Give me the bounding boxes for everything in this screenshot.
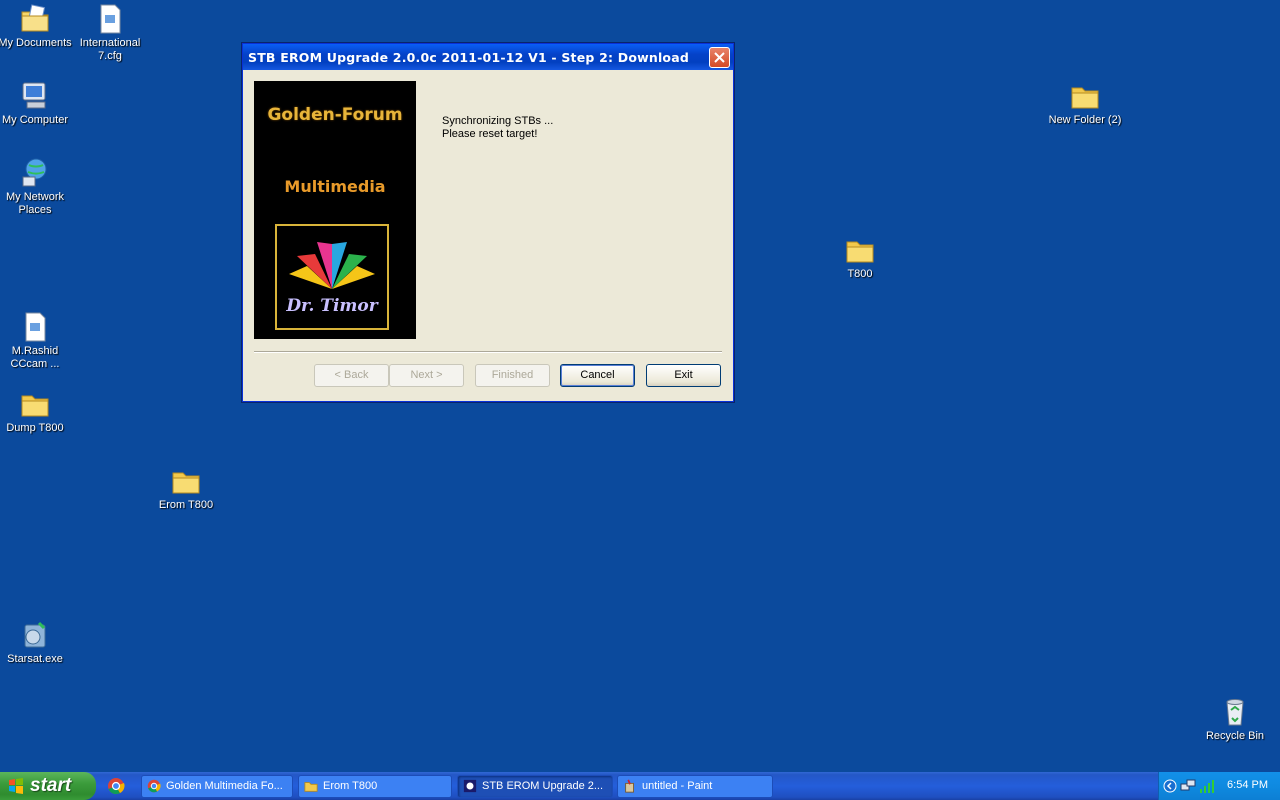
exit-button[interactable]: Exit bbox=[646, 364, 721, 387]
desktop-icon-label: My Network Places bbox=[5, 191, 65, 216]
folder-icon bbox=[1071, 87, 1099, 109]
dialog-body: Golden-Forum Multimedia Dr. Timor Synchr… bbox=[243, 70, 733, 399]
desktop-icon-label: International 7.cfg bbox=[79, 37, 141, 62]
desktop-icon-dump-t800[interactable]: Dump T800 bbox=[0, 388, 73, 435]
signal-strength-icon[interactable] bbox=[1199, 778, 1215, 794]
desktop-icon-t800[interactable]: T800 bbox=[822, 234, 898, 281]
taskbar-button-golden-multimedia[interactable]: Golden Multimedia Fo... bbox=[141, 775, 293, 798]
finished-button[interactable]: Finished bbox=[475, 364, 550, 387]
next-button[interactable]: Next > bbox=[389, 364, 464, 387]
taskbar-button-paint[interactable]: untitled - Paint bbox=[617, 775, 773, 798]
show-hidden-icons-icon[interactable] bbox=[1163, 779, 1177, 793]
cancel-button[interactable]: Cancel bbox=[560, 364, 635, 387]
desktop-icon-label: M.Rashid CCcam ... bbox=[10, 345, 60, 370]
chrome-quicklaunch-icon[interactable] bbox=[107, 777, 125, 795]
dialog-titlebar[interactable]: STB EROM Upgrade 2.0.0c 2011-01-12 V1 - … bbox=[243, 44, 733, 70]
my-documents-icon bbox=[21, 4, 49, 32]
folder-icon bbox=[172, 472, 200, 494]
exe-file-icon bbox=[24, 621, 46, 648]
desktop-icon-network-places[interactable]: My Network Places bbox=[0, 157, 73, 217]
desktop-icon-new-folder-2[interactable]: New Folder (2) bbox=[1047, 80, 1123, 127]
desktop-icon-label: My Computer bbox=[1, 114, 69, 126]
cfg-file-icon bbox=[100, 4, 121, 34]
taskbar-button-stb-erom-upgrade[interactable]: STB EROM Upgrade 2... bbox=[457, 775, 613, 798]
chrome-icon bbox=[147, 779, 161, 793]
recycle-bin-icon bbox=[1226, 699, 1244, 726]
banner-subtitle: Multimedia bbox=[284, 177, 386, 196]
network-places-icon bbox=[22, 158, 47, 187]
desktop-icon-my-computer[interactable]: My Computer bbox=[0, 80, 73, 127]
close-icon bbox=[714, 51, 725, 63]
back-button[interactable]: < Back bbox=[314, 364, 389, 387]
taskbar-clock: 6:54 PM bbox=[1227, 779, 1268, 791]
desktop-icon-mrashid-cccam[interactable]: M.Rashid CCcam ... bbox=[0, 311, 73, 371]
task-label: Golden Multimedia Fo... bbox=[166, 780, 283, 792]
windows-logo-icon bbox=[9, 778, 23, 794]
desktop-icon-label: My Documents bbox=[0, 37, 72, 49]
task-label: untitled - Paint bbox=[642, 780, 713, 792]
close-button[interactable] bbox=[709, 46, 730, 68]
desktop-icon-label: Recycle Bin bbox=[1205, 730, 1265, 742]
stb-app-icon bbox=[463, 779, 477, 793]
button-separator bbox=[254, 351, 722, 353]
system-tray: 6:54 PM bbox=[1158, 772, 1280, 800]
desktop-icon-label: Erom T800 bbox=[158, 499, 214, 511]
desktop-icon-label: T800 bbox=[847, 268, 873, 280]
taskbar-button-erom-t800[interactable]: Erom T800 bbox=[298, 775, 452, 798]
start-label: start bbox=[30, 775, 72, 796]
desktop-icon-starsat[interactable]: Starsat.exe bbox=[0, 619, 73, 666]
taskbar: start Golden Multimedia Fo... Erom T800 … bbox=[0, 772, 1280, 800]
desktop-icon-label: New Folder (2) bbox=[1048, 114, 1122, 126]
folder-icon bbox=[21, 395, 49, 417]
start-button[interactable]: start bbox=[0, 772, 96, 800]
banner-logo: Dr. Timor bbox=[275, 224, 389, 330]
text-file-icon bbox=[25, 312, 46, 342]
task-label: STB EROM Upgrade 2... bbox=[482, 780, 604, 792]
folder-icon bbox=[846, 241, 874, 263]
golden-forum-banner: Golden-Forum Multimedia Dr. Timor bbox=[254, 81, 416, 339]
status-line-2: Please reset target! bbox=[442, 128, 538, 140]
network-status-icon[interactable] bbox=[1180, 778, 1196, 794]
lotus-icon bbox=[289, 242, 375, 289]
paint-icon bbox=[625, 779, 634, 793]
banner-title: Golden-Forum bbox=[267, 105, 403, 125]
status-message: Synchronizing STBs ... Please reset targ… bbox=[442, 115, 553, 141]
desktop-icon-label: Starsat.exe bbox=[7, 653, 63, 665]
desktop-icon-label: Dump T800 bbox=[6, 422, 64, 434]
banner-signature: Dr. Timor bbox=[286, 296, 378, 316]
desktop: My Documents International 7.cfg My Comp… bbox=[0, 0, 1280, 772]
desktop-icon-recycle-bin[interactable]: Recycle Bin bbox=[1197, 696, 1273, 743]
stb-erom-upgrade-dialog: STB EROM Upgrade 2.0.0c 2011-01-12 V1 - … bbox=[242, 43, 734, 402]
my-computer-icon bbox=[22, 82, 46, 109]
desktop-icon-my-documents[interactable]: My Documents bbox=[0, 3, 73, 50]
task-label: Erom T800 bbox=[323, 780, 378, 792]
desktop-icon-erom-t800[interactable]: Erom T800 bbox=[148, 465, 224, 512]
status-line-1: Synchronizing STBs ... bbox=[442, 115, 554, 127]
folder-icon bbox=[304, 782, 318, 792]
desktop-icon-international-cfg[interactable]: International 7.cfg bbox=[72, 3, 148, 63]
dialog-title: STB EROM Upgrade 2.0.0c 2011-01-12 V1 - … bbox=[248, 49, 690, 65]
